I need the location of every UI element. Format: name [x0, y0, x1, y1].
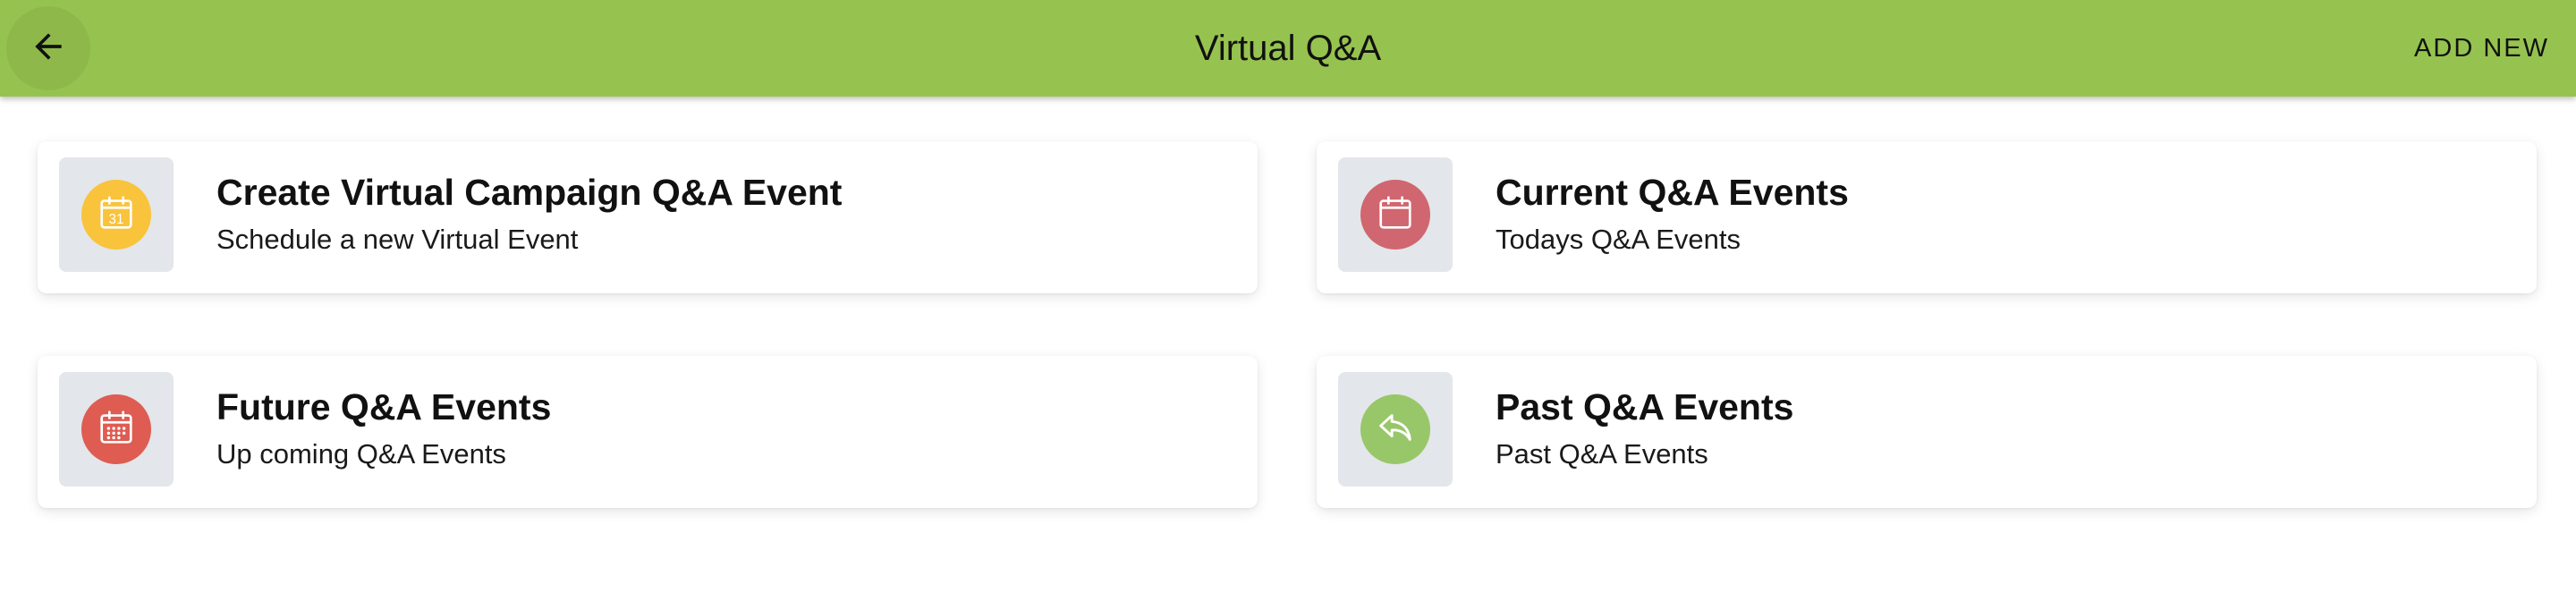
back-button[interactable]	[6, 6, 90, 90]
create-event-card[interactable]: 31 Create Virtual Campaign Q&A Event Sch…	[38, 141, 1258, 293]
card-title: Future Q&A Events	[216, 386, 552, 427]
icon-tile	[1338, 157, 1453, 272]
icon-circle	[81, 394, 151, 464]
svg-text:31: 31	[108, 212, 123, 227]
icon-tile: 31	[59, 157, 174, 272]
add-new-button[interactable]: ADD NEW	[2414, 0, 2549, 97]
page-title: Virtual Q&A	[1194, 29, 1382, 68]
current-events-card[interactable]: Current Q&A Events Todays Q&A Events	[1317, 141, 2537, 293]
calendar-grid-icon	[96, 407, 137, 453]
icon-circle	[1360, 180, 1430, 250]
icon-tile	[1338, 372, 1453, 487]
card-title: Current Q&A Events	[1496, 172, 1849, 213]
virtual-qa-screen: Virtual Q&A ADD NEW 31 Create Virtual Ca…	[0, 0, 2576, 601]
future-events-card[interactable]: Future Q&A Events Up coming Q&A Events	[38, 356, 1258, 508]
past-events-card[interactable]: Past Q&A Events Past Q&A Events	[1317, 356, 2537, 508]
top-app-bar: Virtual Q&A ADD NEW	[0, 0, 2576, 97]
arrow-left-icon	[29, 27, 68, 71]
icon-circle	[1360, 394, 1430, 464]
card-subtitle: Todays Q&A Events	[1496, 224, 1741, 255]
icon-tile	[59, 372, 174, 487]
card-subtitle: Past Q&A Events	[1496, 438, 1708, 470]
card-subtitle: Schedule a new Virtual Event	[216, 224, 579, 255]
icon-circle: 31	[81, 180, 151, 250]
card-subtitle: Up coming Q&A Events	[216, 438, 506, 470]
reply-arrow-icon	[1375, 407, 1416, 453]
card-title: Past Q&A Events	[1496, 386, 1794, 427]
calendar-31-icon: 31	[96, 192, 137, 238]
calendar-blank-icon	[1375, 192, 1416, 238]
card-title: Create Virtual Campaign Q&A Event	[216, 172, 843, 213]
